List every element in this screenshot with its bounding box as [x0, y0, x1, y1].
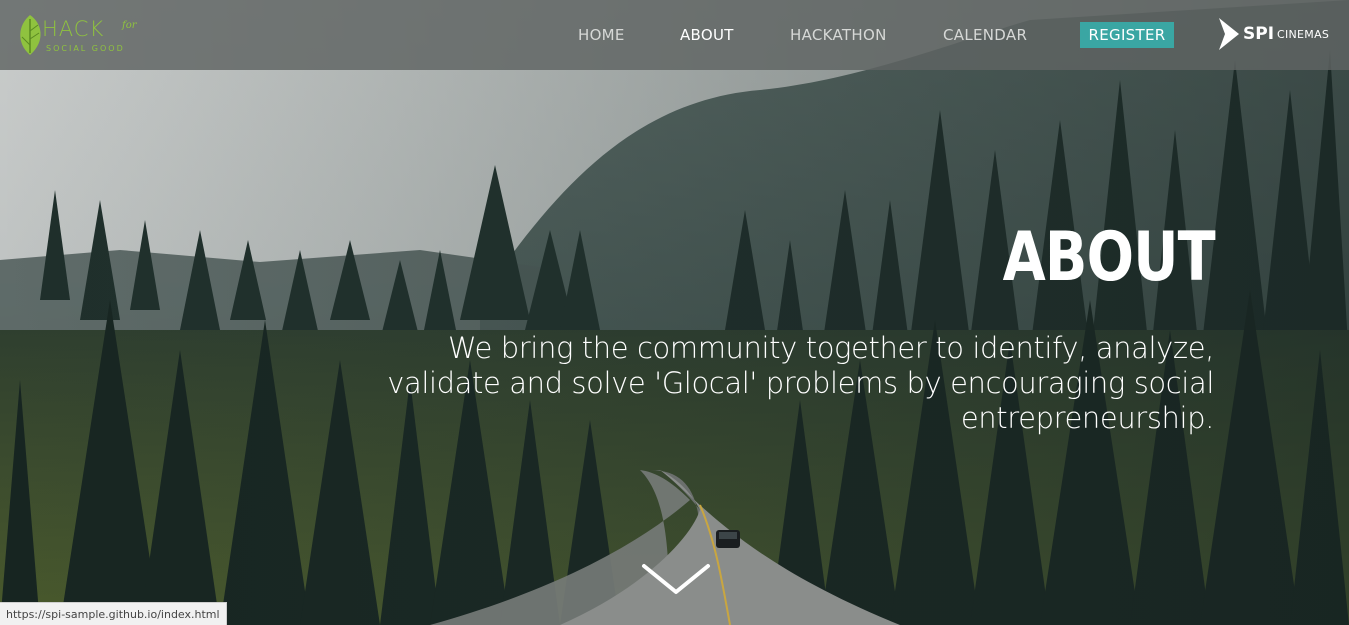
- browser-status-url: https://spi-sample.github.io/index.html: [0, 602, 227, 625]
- top-navbar: HACK for SOCIAL GOOD HOME ABOUT HACKATHO…: [0, 0, 1349, 70]
- car: [716, 530, 740, 548]
- chevron-down-icon: [642, 564, 710, 594]
- hack-for-social-good-logo[interactable]: HACK for SOCIAL GOOD: [16, 13, 146, 59]
- page-title: ABOUT: [1002, 218, 1216, 297]
- hero-background: [0, 0, 1349, 625]
- nav-calendar-link[interactable]: CALENDAR: [943, 26, 1027, 44]
- register-button[interactable]: REGISTER: [1080, 22, 1174, 48]
- logo-hack-text: HACK: [42, 17, 105, 41]
- scroll-down-button[interactable]: [640, 560, 712, 598]
- nav-hackathon-link[interactable]: HACKATHON: [790, 26, 887, 44]
- nav-about-link[interactable]: ABOUT: [680, 26, 734, 44]
- spi-cinemas-logo[interactable]: SPI CINEMAS: [1217, 16, 1337, 52]
- forest-road-image: [0, 0, 1349, 625]
- sponsor-spi-text: SPI: [1243, 24, 1275, 44]
- sponsor-cinemas-text: CINEMAS: [1277, 28, 1330, 41]
- logo-social-good-text: SOCIAL GOOD: [46, 44, 125, 53]
- nav-home-link[interactable]: HOME: [578, 26, 625, 44]
- spi-chevron-icon: [1219, 18, 1239, 50]
- about-description: We bring the community together to ident…: [387, 331, 1214, 435]
- logo-for-text: for: [122, 20, 137, 31]
